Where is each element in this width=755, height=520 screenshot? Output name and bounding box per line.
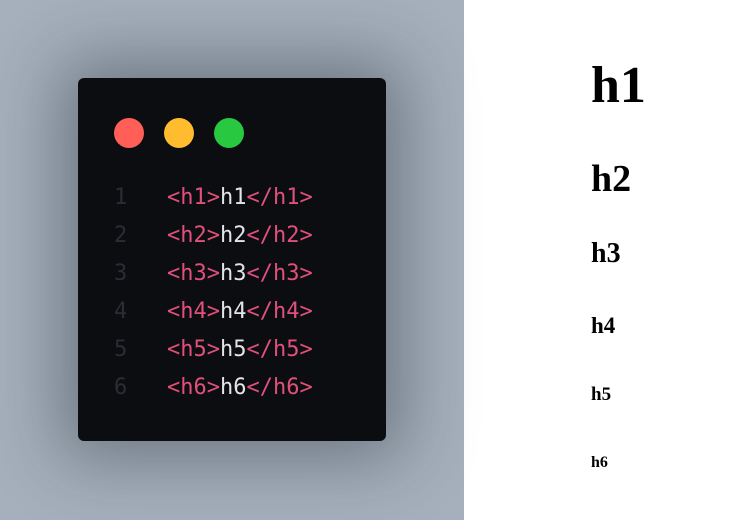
closing-tag: </h4>	[246, 299, 313, 324]
code-line-4: 4 <h4>h4</h4>	[78, 293, 386, 331]
tag-content: h2	[219, 223, 247, 248]
code-text: <h2>h2</h2>	[167, 217, 313, 255]
code-text: <h4>h4</h4>	[167, 293, 313, 331]
code-line-3: 3 <h3>h3</h3>	[78, 255, 386, 293]
tag-content: h5	[219, 337, 247, 362]
code-editor-window: 1 <h1>h1</h1> 2 <h2>h2</h2> 3 <h3>h3</h3…	[78, 78, 386, 441]
closing-tag: </h2>	[246, 223, 313, 248]
opening-tag: <h6>	[167, 375, 220, 400]
closing-tag: </h1>	[246, 185, 313, 210]
line-number: 5	[114, 337, 128, 362]
opening-tag: <h5>	[167, 337, 220, 362]
closing-tag: </h3>	[246, 261, 313, 286]
line-number: 6	[114, 375, 128, 400]
closing-tag: </h6>	[246, 375, 313, 400]
preview-h1: h1	[591, 57, 646, 114]
code-line-6: 6 <h6>h6</h6>	[78, 369, 386, 407]
code-line-5: 5 <h5>h5</h5>	[78, 331, 386, 369]
maximize-window-dot[interactable]	[214, 118, 244, 148]
preview-h5: h5	[591, 384, 612, 405]
code-text: <h6>h6</h6>	[167, 369, 313, 407]
closing-tag: </h5>	[246, 337, 313, 362]
preview-h4: h4	[591, 313, 616, 338]
preview-h2: h2	[591, 158, 632, 200]
code-line-2: 2 <h2>h2</h2>	[78, 217, 386, 255]
line-number: 4	[114, 299, 128, 324]
minimize-window-dot[interactable]	[164, 118, 194, 148]
opening-tag: <h3>	[167, 261, 220, 286]
opening-tag: <h2>	[167, 223, 220, 248]
close-window-dot[interactable]	[114, 118, 144, 148]
code-line-1: 1 <h1>h1</h1>	[78, 179, 386, 217]
opening-tag: <h1>	[167, 185, 220, 210]
code-text: <h3>h3</h3>	[167, 255, 313, 293]
code-text: <h5>h5</h5>	[167, 331, 313, 369]
code-lines: 1 <h1>h1</h1> 2 <h2>h2</h2> 3 <h3>h3</h3…	[78, 179, 386, 407]
opening-tag: <h4>	[167, 299, 220, 324]
preview-h6: h6	[591, 454, 608, 471]
tag-content: h6	[219, 375, 247, 400]
tag-content: h1	[219, 185, 247, 210]
preview-h3: h3	[591, 238, 621, 269]
line-number: 3	[114, 261, 128, 286]
code-text: <h1>h1</h1>	[167, 179, 313, 217]
line-number: 2	[114, 223, 128, 248]
tag-content: h3	[219, 261, 247, 286]
left-pane: 1 <h1>h1</h1> 2 <h2>h2</h2> 3 <h3>h3</h3…	[0, 0, 464, 520]
line-number: 1	[114, 185, 128, 210]
tag-content: h4	[219, 299, 247, 324]
